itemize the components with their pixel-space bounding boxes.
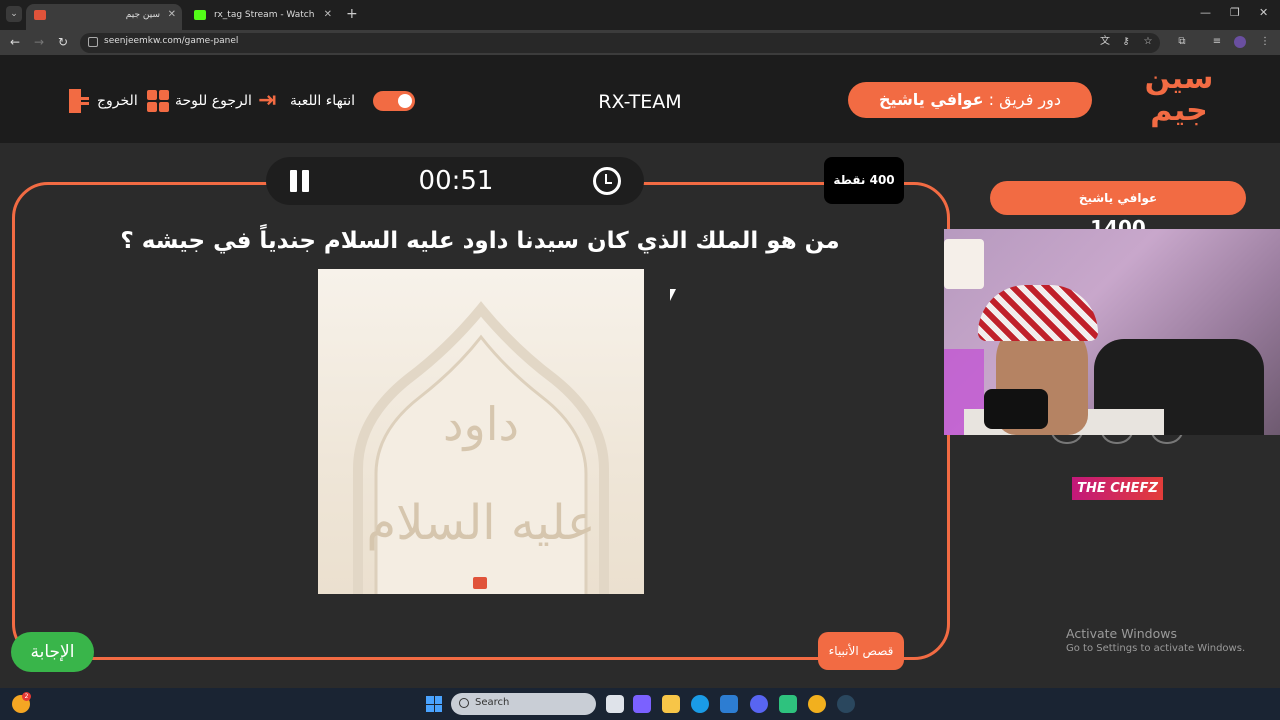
game-toggle[interactable]	[373, 89, 415, 113]
new-tab-button[interactable]: +	[346, 6, 358, 22]
translate-icon[interactable]: 文	[1099, 36, 1111, 48]
browser-toolbar: ← → ↻ seenjeemkw.com/game-panel	[0, 30, 1280, 55]
side-team-name: عوافي ياشيخ	[990, 181, 1246, 215]
copilot-icon[interactable]	[633, 695, 651, 713]
tab-title: rx_tag Stream - Watch Live on K	[214, 10, 316, 20]
reload-icon[interactable]: ↻	[58, 35, 68, 49]
task-view-icon[interactable]	[606, 695, 624, 713]
site-info-icon[interactable]	[88, 37, 98, 47]
points-badge: 400 نقطة	[824, 157, 904, 204]
browser-tab-strip: ⌄ سين جيم ✕ rx_tag Stream - Watch Live o…	[0, 0, 1280, 30]
browser-menu-icon[interactable]: ⋮	[1259, 36, 1271, 48]
discord-icon[interactable]	[750, 695, 768, 713]
activate-subtitle: Go to Settings to activate Windows.	[1066, 643, 1246, 654]
address-bar[interactable]: seenjeemkw.com/game-panel	[80, 33, 1160, 53]
question-text: من هو الملك الذي كان سيدنا داود عليه الس…	[120, 228, 840, 254]
tab-kick-stream[interactable]: rx_tag Stream - Watch Live on K ✕	[186, 4, 338, 30]
chrome-icon[interactable]	[808, 695, 826, 713]
streamer-webcam	[944, 229, 1280, 435]
end-game-button[interactable]: ⇥ انتهاء اللعبة	[258, 89, 355, 113]
pause-icon[interactable]	[290, 170, 310, 192]
search-icon	[459, 698, 469, 708]
sponsor-badge: THE CHEFZ	[1072, 477, 1163, 500]
search-placeholder: Search	[475, 697, 510, 708]
store-icon[interactable]	[720, 695, 738, 713]
image-logo-mark	[473, 577, 487, 589]
back-arrow-icon[interactable]: ←	[10, 35, 20, 49]
end-game-label: انتهاء اللعبة	[290, 93, 356, 109]
forward-arrow-icon[interactable]: →	[34, 35, 44, 49]
mouse-cursor-icon	[670, 289, 676, 301]
tab-search-button[interactable]: ⌄	[6, 6, 22, 22]
profile-avatar[interactable]	[1234, 36, 1246, 48]
reading-list-icon[interactable]: ≡	[1211, 36, 1223, 48]
password-key-icon[interactable]: ⚷	[1120, 36, 1132, 48]
question-image: داود عليه السلام	[318, 269, 644, 594]
notification-badge: 2	[22, 692, 31, 701]
taskbar-search[interactable]: Search	[451, 693, 596, 715]
close-tab-icon[interactable]: ✕	[324, 4, 332, 26]
close-tab-icon[interactable]: ✕	[168, 4, 176, 26]
activate-windows-watermark: Activate Windows Go to Settings to activ…	[1066, 626, 1245, 654]
tab-seenjeem[interactable]: سين جيم ✕	[26, 4, 182, 30]
timer-display: 00:51	[418, 166, 494, 196]
timer-bar: 00:51	[266, 157, 644, 205]
turn-indicator: دور فريق : عوافي ياشيخ	[848, 82, 1092, 118]
minimize-icon[interactable]: —	[1200, 6, 1211, 19]
activate-title: Activate Windows	[1066, 626, 1177, 641]
url-text: seenjeemkw.com/game-panel	[104, 36, 239, 46]
category-tag: قصص الأنبياء	[818, 632, 904, 670]
edge-icon[interactable]	[691, 695, 709, 713]
close-window-icon[interactable]: ✕	[1259, 6, 1268, 19]
end-game-arrow-icon: ⇥	[258, 88, 277, 113]
bookmark-star-icon[interactable]: ☆	[1142, 36, 1154, 48]
steam-icon[interactable]	[837, 695, 855, 713]
screen: ⌄ سين جيم ✕ rx_tag Stream - Watch Live o…	[0, 0, 1280, 720]
file-explorer-icon[interactable]	[662, 695, 680, 713]
extensions-icon[interactable]: ⧉	[1176, 36, 1188, 48]
seenjeem-logo: سين جيم	[1144, 61, 1214, 128]
image-text-alayhi-assalam: عليه السلام	[366, 495, 596, 551]
team-score: 1400	[1090, 216, 1146, 229]
turn-team-name: عوافي ياشيخ	[879, 90, 984, 109]
tab-title: سين جيم	[125, 10, 160, 20]
board-grid-icon	[147, 90, 169, 112]
seenjeem-favicon-icon	[34, 10, 46, 20]
exit-label: الخروج	[97, 93, 138, 109]
playing-team-title: RX-TEAM	[598, 91, 682, 113]
game-header: الخروج الرجوع للوحة ⇥ انتهاء اللعبة RX-T…	[0, 55, 1280, 143]
reset-timer-icon[interactable]	[593, 167, 621, 195]
exit-door-icon	[69, 89, 91, 113]
restore-icon[interactable]: ❐	[1230, 6, 1240, 19]
start-windows-icon[interactable]	[426, 696, 442, 712]
image-text-dawud: داود	[443, 397, 519, 451]
back-to-board-button[interactable]: الرجوع للوحة	[147, 89, 252, 113]
back-to-board-label: الرجوع للوحة	[175, 93, 252, 109]
app-icon[interactable]	[779, 695, 797, 713]
turn-prefix: دور فريق :	[983, 90, 1061, 109]
show-answer-button[interactable]: الإجابة	[11, 632, 94, 672]
toggle-switch[interactable]	[373, 91, 415, 111]
exit-button[interactable]: الخروج	[69, 89, 138, 113]
kick-favicon-icon	[194, 10, 206, 20]
windows-taskbar: 2 Search	[0, 688, 1280, 720]
